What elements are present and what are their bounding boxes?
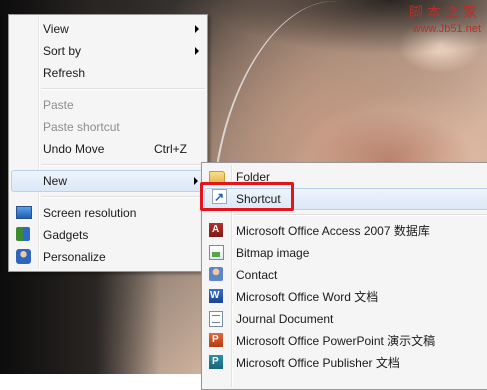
bitmap-icon xyxy=(209,245,224,260)
site-watermark: 脚本之家 www.Jb51.net xyxy=(409,4,481,38)
menu-item-label: Gadgets xyxy=(43,228,89,242)
menu-item-label: Journal Document xyxy=(236,312,334,326)
menu-item-paste-shortcut: Paste shortcut xyxy=(9,116,207,138)
menu-item-label: Paste xyxy=(43,98,74,112)
shortcut-annotation-box xyxy=(200,182,294,211)
submenu-item-powerpoint[interactable]: Microsoft Office PowerPoint 演示文稿 xyxy=(202,330,487,352)
submenu-item-bitmap-image[interactable]: Bitmap image xyxy=(202,242,487,264)
menu-item-personalize[interactable]: Personalize xyxy=(9,246,207,268)
keyboard-shortcut: Ctrl+Z xyxy=(154,142,187,156)
menu-item-label: Sort by xyxy=(43,44,82,58)
menu-item-screen-resolution[interactable]: Screen resolution xyxy=(9,202,207,224)
publisher-icon xyxy=(209,355,223,369)
menu-item-label: Undo Move xyxy=(43,142,105,156)
menu-item-label: Paste shortcut xyxy=(43,120,120,134)
submenu-item-access-database[interactable]: Microsoft Office Access 2007 数据库 xyxy=(202,220,487,242)
menu-separator xyxy=(41,88,205,90)
menu-separator xyxy=(41,196,205,198)
submenu-item-publisher[interactable]: Microsoft Office Publisher 文档 xyxy=(202,352,487,374)
menu-item-undo-move[interactable]: Undo Move Ctrl+Z xyxy=(9,138,207,160)
access-icon xyxy=(209,223,223,237)
site-watermark-url: www.Jb51.net xyxy=(412,23,481,35)
menu-item-label: Personalize xyxy=(43,250,106,264)
menu-separator xyxy=(41,164,205,166)
menu-item-label: New xyxy=(43,174,68,188)
personalize-icon xyxy=(16,249,31,264)
submenu-arrow-icon xyxy=(195,25,199,33)
gadgets-icon xyxy=(16,227,30,241)
submenu-item-word-document[interactable]: Microsoft Office Word 文档 xyxy=(202,286,487,308)
menu-item-new[interactable]: New xyxy=(11,170,205,192)
submenu-item-contact[interactable]: Contact xyxy=(202,264,487,286)
contact-icon xyxy=(209,267,223,281)
menu-item-label: Screen resolution xyxy=(43,206,137,220)
powerpoint-icon xyxy=(209,333,223,347)
journal-icon xyxy=(209,311,223,327)
menu-item-label: Bitmap image xyxy=(236,246,310,260)
menu-item-view[interactable]: View xyxy=(9,18,207,40)
menu-item-label: Microsoft Office Access 2007 数据库 xyxy=(236,224,430,238)
submenu-arrow-icon xyxy=(195,47,199,55)
menu-item-sort-by[interactable]: Sort by xyxy=(9,40,207,62)
menu-item-paste: Paste xyxy=(9,94,207,116)
screen-resolution-icon xyxy=(16,206,32,219)
submenu-item-journal-document[interactable]: Journal Document xyxy=(202,308,487,330)
menu-item-label: View xyxy=(43,22,69,36)
menu-item-label: Microsoft Office PowerPoint 演示文稿 xyxy=(236,334,436,348)
menu-item-refresh[interactable]: Refresh xyxy=(9,62,207,84)
menu-item-gadgets[interactable]: Gadgets xyxy=(9,224,207,246)
desktop-context-menu: View Sort by Refresh Paste Paste shortcu… xyxy=(8,14,208,272)
menu-item-label: Contact xyxy=(236,268,278,282)
word-icon xyxy=(209,289,223,303)
submenu-arrow-icon xyxy=(194,177,198,185)
menu-item-label: Microsoft Office Publisher 文档 xyxy=(236,356,400,370)
menu-separator xyxy=(234,214,487,216)
site-watermark-name: 脚本之家 xyxy=(409,4,481,20)
menu-item-label: Microsoft Office Word 文档 xyxy=(236,290,379,304)
menu-item-label: Refresh xyxy=(43,66,86,80)
